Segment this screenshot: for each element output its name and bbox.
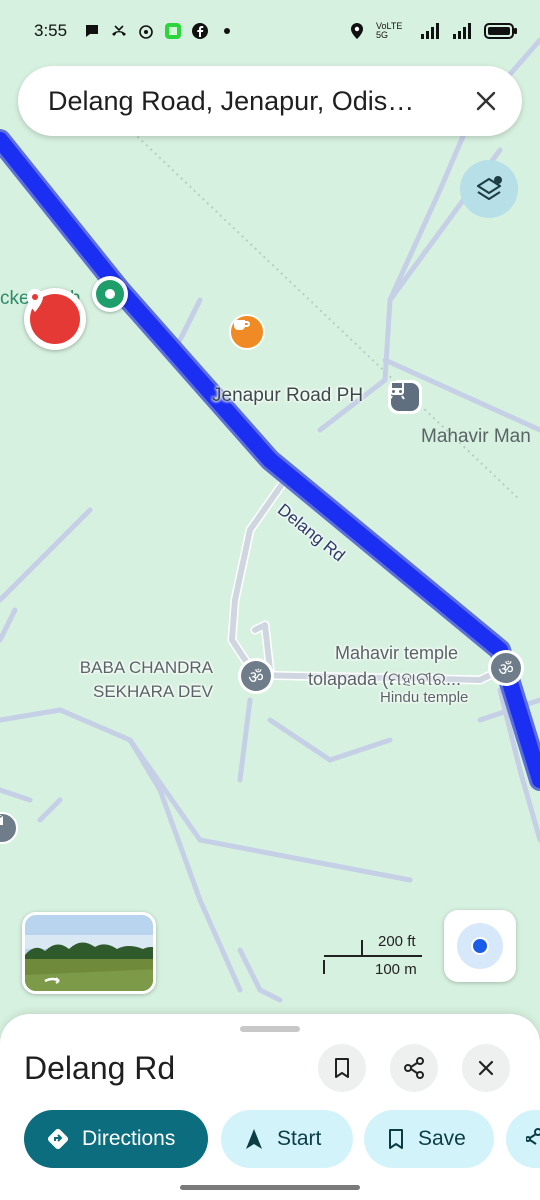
battery-icon <box>484 23 517 39</box>
location-icon <box>351 23 363 39</box>
om-icon: ॐ <box>241 661 271 691</box>
train-icon <box>389 381 405 400</box>
baba-chandra-label[interactable]: BABA CHANDRA SEKHARA DEV <box>74 656 213 704</box>
my-location-button[interactable] <box>444 910 516 982</box>
signal-icon-2 <box>453 23 471 39</box>
notification-icons <box>83 22 236 40</box>
close-icon <box>476 91 496 111</box>
navigation-arrow-icon <box>246 1129 262 1149</box>
mahavir-man-text: Mahavir Man <box>421 426 531 447</box>
chat-icon <box>86 25 99 37</box>
jenapur-road-ph-label[interactable]: Jenapur Road PH <box>212 385 363 407</box>
close-icon <box>478 1060 494 1076</box>
app-icon <box>139 25 153 39</box>
train-station-poi[interactable] <box>388 380 422 414</box>
facebook-icon <box>192 23 209 39</box>
om-icon-2: ॐ <box>491 653 521 683</box>
baba-line1: BABA CHANDRA <box>79 658 213 677</box>
green-app-icon <box>165 23 182 39</box>
hindu-temple-text: Hindu temple <box>380 689 469 706</box>
start-dot-icon <box>105 289 115 299</box>
missed-call-icon <box>112 25 127 36</box>
mahavir-temple-line1: Mahavir temple <box>335 643 459 663</box>
route-start-marker[interactable] <box>92 276 128 312</box>
layers-icon <box>476 176 502 201</box>
map-scale: 200 ft 100 m <box>322 932 432 982</box>
save-icon-button[interactable] <box>318 1044 366 1092</box>
location-pin-icon <box>27 289 43 312</box>
share-chip-button[interactable] <box>506 1110 540 1168</box>
bookmark-icon <box>389 1129 403 1149</box>
mahavir-man-label[interactable]: Mahavir Man <box>421 426 531 448</box>
system-icons: VoLTE 5G <box>348 22 518 40</box>
directions-icon <box>47 1128 69 1150</box>
save-button[interactable]: Save <box>364 1110 494 1168</box>
jenapur-road-ph-text: Jenapur Road PH <box>212 385 364 406</box>
network-type: VoLTE 5G <box>376 21 403 40</box>
map-layers-button[interactable] <box>460 160 518 218</box>
place-title: Delang Rd <box>24 1050 176 1086</box>
selected-place-pin[interactable] <box>24 288 86 350</box>
signal-icon <box>421 23 439 39</box>
mail-icon <box>0 814 4 825</box>
status-bar: 3:55 VoLTE 5G <box>0 0 540 62</box>
street-view-thumbnail[interactable] <box>22 912 156 994</box>
coffee-cup-icon <box>234 320 250 330</box>
mahavir-temple-poi[interactable]: ॐ <box>488 650 524 686</box>
dot-icon <box>224 28 231 34</box>
search-query[interactable]: Delang Road, Jenapur, Odis… <box>48 86 468 117</box>
status-time: 3:55 <box>34 21 68 40</box>
start-button[interactable]: Start <box>221 1110 353 1168</box>
hindu-temple-label: Hindu temple <box>380 689 468 706</box>
share-icon <box>404 1057 424 1079</box>
share-icon-button[interactable] <box>390 1044 438 1092</box>
mahavir-temple-label[interactable]: Mahavir temple tolapada (ମହାବୀର... <box>308 640 461 692</box>
place-bottom-sheet[interactable]: Delang Rd Directions Start Save <box>0 1014 540 1200</box>
search-bar[interactable]: Delang Road, Jenapur, Odis… <box>18 66 522 136</box>
baba-temple-poi[interactable]: ॐ <box>238 658 274 694</box>
bookmark-icon <box>335 1058 349 1078</box>
clear-search-button[interactable] <box>468 83 504 119</box>
baba-line2: SEKHARA DEV <box>93 682 213 701</box>
street-view-image <box>25 915 153 991</box>
system-nav-handle[interactable] <box>180 1185 360 1190</box>
directions-label: Directions <box>82 1127 176 1150</box>
directions-button[interactable]: Directions <box>24 1110 208 1168</box>
my-location-icon <box>457 923 503 969</box>
scale-imperial: 200 ft <box>378 933 416 950</box>
save-label: Save <box>418 1127 466 1150</box>
close-sheet-button[interactable] <box>462 1044 510 1092</box>
share-icon <box>526 1128 540 1145</box>
sheet-drag-handle[interactable] <box>240 1026 300 1032</box>
start-label: Start <box>277 1127 322 1150</box>
cafe-poi[interactable] <box>229 314 265 350</box>
scale-metric: 100 m <box>375 961 417 978</box>
